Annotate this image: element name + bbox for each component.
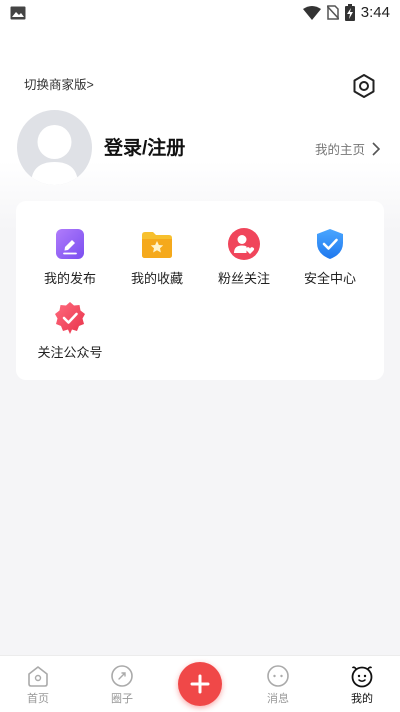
nav-tab-label: 我的 <box>351 693 373 705</box>
menu-item-label: 粉丝关注 <box>217 271 270 286</box>
star-folder-icon <box>142 232 172 258</box>
feature-menu-card: 我的发布 我的收藏 粉丝关注 安全中心 关注公众号 <box>16 201 384 380</box>
menu-item-label: 我的收藏 <box>130 271 183 286</box>
menu-item-my-favorites[interactable]: 我的收藏 <box>117 227 197 287</box>
menu-item-security-center[interactable]: 安全中心 <box>290 227 370 287</box>
plus-icon <box>190 674 210 694</box>
menu-item-follow-official-account[interactable]: 关注公众号 <box>30 301 110 361</box>
shield-check-icon <box>317 229 343 259</box>
my-homepage-link[interactable]: 我的主页 <box>315 139 381 158</box>
battery-charging-icon <box>344 4 355 21</box>
login-register-button[interactable]: 登录/注册 <box>104 133 185 160</box>
home-icon <box>28 666 48 687</box>
no-sim-icon <box>326 5 339 20</box>
avatar[interactable] <box>17 110 92 185</box>
wifi-icon <box>302 5 321 20</box>
status-bar: 3:44 <box>0 0 400 28</box>
nav-tab-label: 消息 <box>267 693 289 705</box>
nav-tab-circle[interactable]: 圈子 <box>92 664 152 706</box>
user-heart-icon <box>228 228 260 260</box>
default-avatar-icon <box>31 125 78 185</box>
switch-merchant-link[interactable]: 切换商家版> <box>24 74 94 93</box>
menu-item-my-posts[interactable]: 我的发布 <box>30 227 110 287</box>
settings-button[interactable] <box>351 73 377 99</box>
menu-item-fans-follow[interactable]: 粉丝关注 <box>204 227 284 287</box>
circle-icon <box>111 665 133 687</box>
message-icon <box>267 665 289 687</box>
chevron-right-icon <box>372 141 381 156</box>
status-time: 3:44 <box>360 4 390 21</box>
menu-item-label: 安全中心 <box>303 271 356 286</box>
badge-check-icon <box>55 302 85 334</box>
nav-tab-home[interactable]: 首页 <box>8 664 68 706</box>
nav-tab-messages[interactable]: 消息 <box>248 664 308 706</box>
nav-tab-label: 首页 <box>27 693 49 705</box>
nav-tab-mine[interactable]: 我的 <box>332 664 392 706</box>
edit-doc-icon <box>56 229 84 259</box>
gear-icon <box>353 74 375 98</box>
create-post-button[interactable] <box>178 662 222 706</box>
gallery-notification-icon <box>10 5 26 24</box>
my-homepage-label: 我的主页 <box>315 143 366 157</box>
menu-item-label: 关注公众号 <box>37 345 103 360</box>
profile-face-icon <box>351 666 373 688</box>
nav-tab-label: 圈子 <box>111 693 133 705</box>
menu-item-label: 我的发布 <box>43 271 96 286</box>
